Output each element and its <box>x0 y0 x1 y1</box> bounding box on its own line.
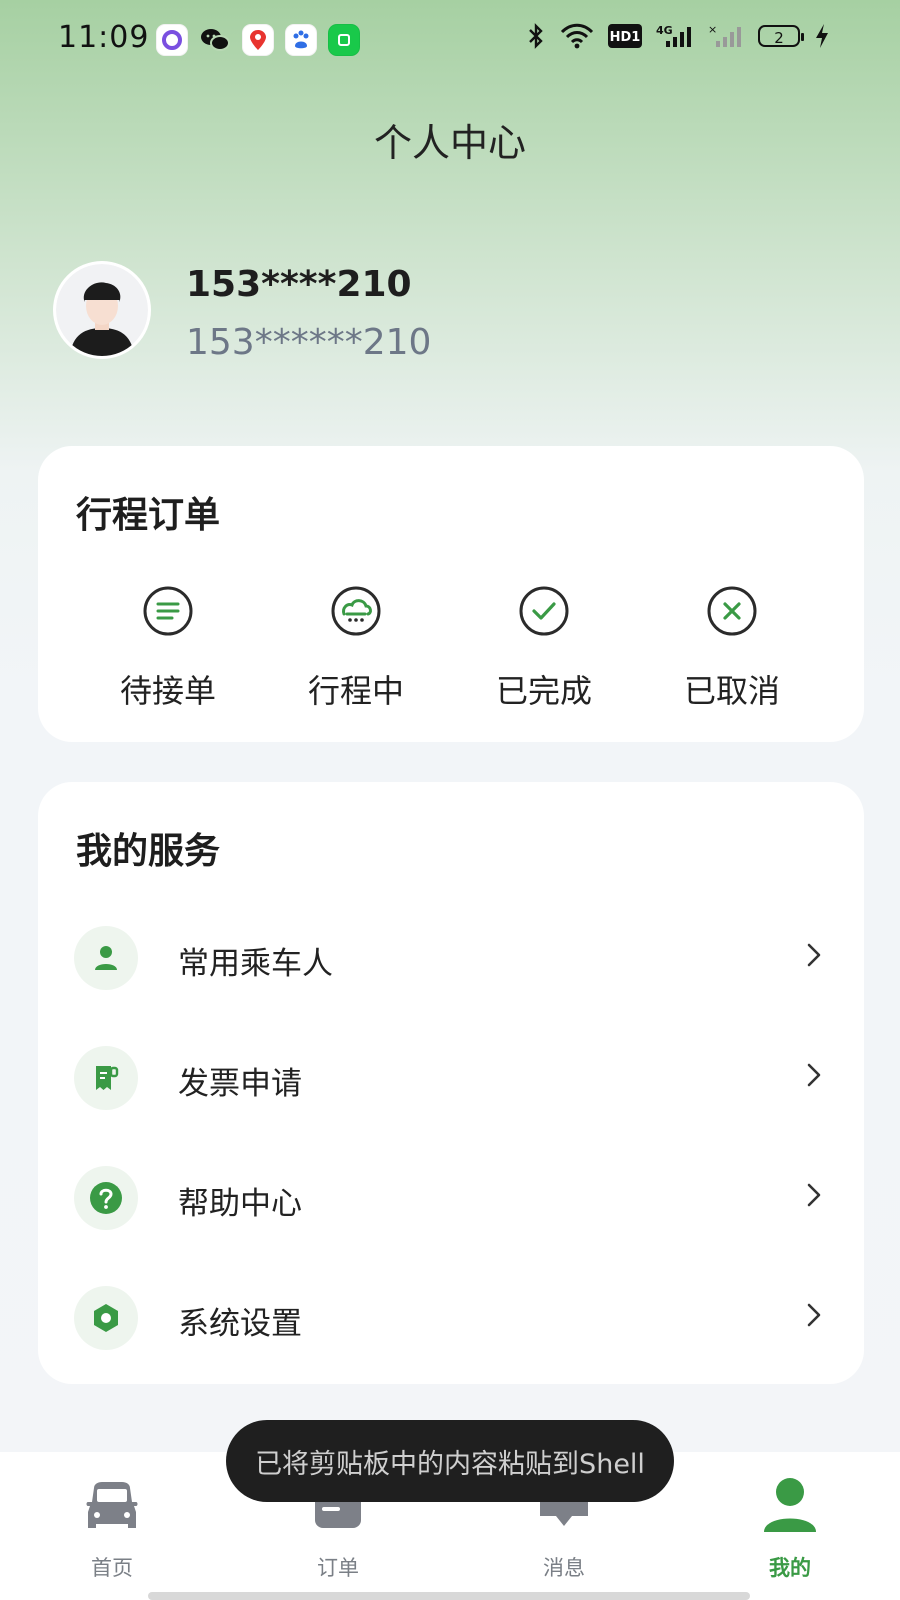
car-icon <box>86 1482 138 1528</box>
service-system-settings[interactable]: 系统设置 <box>38 1256 864 1376</box>
status-bar: 11:09 HD1 4G × 2 <box>0 0 900 80</box>
profile-section[interactable]: 153****210 153******210 <box>56 264 816 364</box>
avatar[interactable] <box>56 264 148 356</box>
status-time: 11:09 <box>58 20 150 55</box>
tab-messages-label: 消息 <box>543 1556 585 1580</box>
order-completed-label: 已完成 <box>495 672 592 710</box>
order-pending-label: 待接单 <box>119 672 216 710</box>
page-title: 个人中心 <box>373 121 526 165</box>
signal-4g-icon: 4G <box>656 24 691 47</box>
tab-profile-label: 我的 <box>769 1556 811 1580</box>
bluetooth-icon <box>529 23 543 49</box>
home-indicator[interactable] <box>148 1592 750 1600</box>
chevron-right-icon <box>807 943 821 967</box>
order-cancelled-label: 已取消 <box>683 672 780 710</box>
person-icon <box>74 926 138 990</box>
settings-icon <box>74 1286 138 1350</box>
wechat-icon <box>199 24 231 56</box>
wifi-icon <box>560 23 594 49</box>
service-label: 常用乘车人 <box>178 946 333 982</box>
baidu-app-icon <box>285 24 317 56</box>
tab-profile[interactable]: 我的 <box>730 1476 850 1582</box>
help-icon <box>74 1166 138 1230</box>
tab-home-label: 首页 <box>91 1556 133 1580</box>
battery-icon: 2 <box>758 25 804 47</box>
svg-text:4G: 4G <box>656 24 673 37</box>
status-indicators: HD1 4G × 2 <box>526 22 830 50</box>
order-in-progress[interactable]: 行程中 <box>262 586 450 710</box>
cancel-icon <box>707 586 757 636</box>
signal-weak-icon: × <box>708 23 741 47</box>
charging-icon <box>816 24 828 48</box>
service-frequent-passengers[interactable]: 常用乘车人 <box>38 896 864 1016</box>
profile-name: 153****210 <box>186 264 412 305</box>
service-help-center[interactable]: 帮助中心 <box>38 1136 864 1256</box>
trip-orders-title: 行程订单 <box>76 495 221 536</box>
check-icon <box>519 586 569 636</box>
circle-app-icon <box>156 24 188 56</box>
services-list: 常用乘车人 发票申请 帮助中心 系统设置 <box>38 896 864 1376</box>
profile-icon <box>764 1478 816 1532</box>
order-in-progress-label: 行程中 <box>307 672 404 710</box>
chevron-right-icon <box>807 1063 821 1087</box>
order-status-row: 待接单 行程中 已完成 已取消 <box>38 586 864 710</box>
status-app-icons <box>156 24 360 56</box>
toast-message: 已将剪贴板中的内容粘贴到Shell <box>226 1420 674 1502</box>
my-services-title: 我的服务 <box>76 831 221 872</box>
profile-phone: 153******210 <box>186 322 432 363</box>
hd-icon: HD1 <box>608 24 642 48</box>
service-label: 发票申请 <box>178 1066 302 1102</box>
map-pin-app-icon <box>242 24 274 56</box>
service-invoice-request[interactable]: 发票申请 <box>38 1016 864 1136</box>
green-app-icon <box>328 24 360 56</box>
order-pending[interactable]: 待接单 <box>74 586 262 710</box>
tab-home[interactable]: 首页 <box>52 1476 172 1582</box>
car-cloud-icon <box>331 586 381 636</box>
chevron-right-icon <box>807 1183 821 1207</box>
tab-orders-label: 订单 <box>317 1556 359 1580</box>
trip-orders-card: 行程订单 待接单 行程中 已完成 已取消 <box>38 446 864 742</box>
svg-text:×: × <box>708 23 717 36</box>
service-label: 帮助中心 <box>178 1186 302 1222</box>
order-completed[interactable]: 已完成 <box>450 586 638 710</box>
service-label: 系统设置 <box>178 1306 302 1342</box>
my-services-card: 我的服务 常用乘车人 发票申请 帮助中心 系统设置 <box>38 782 864 1384</box>
invoice-icon <box>74 1046 138 1110</box>
order-cancelled[interactable]: 已取消 <box>638 586 826 710</box>
svg-text:HD1: HD1 <box>610 30 641 45</box>
list-icon <box>143 586 193 636</box>
chevron-right-icon <box>807 1303 821 1327</box>
